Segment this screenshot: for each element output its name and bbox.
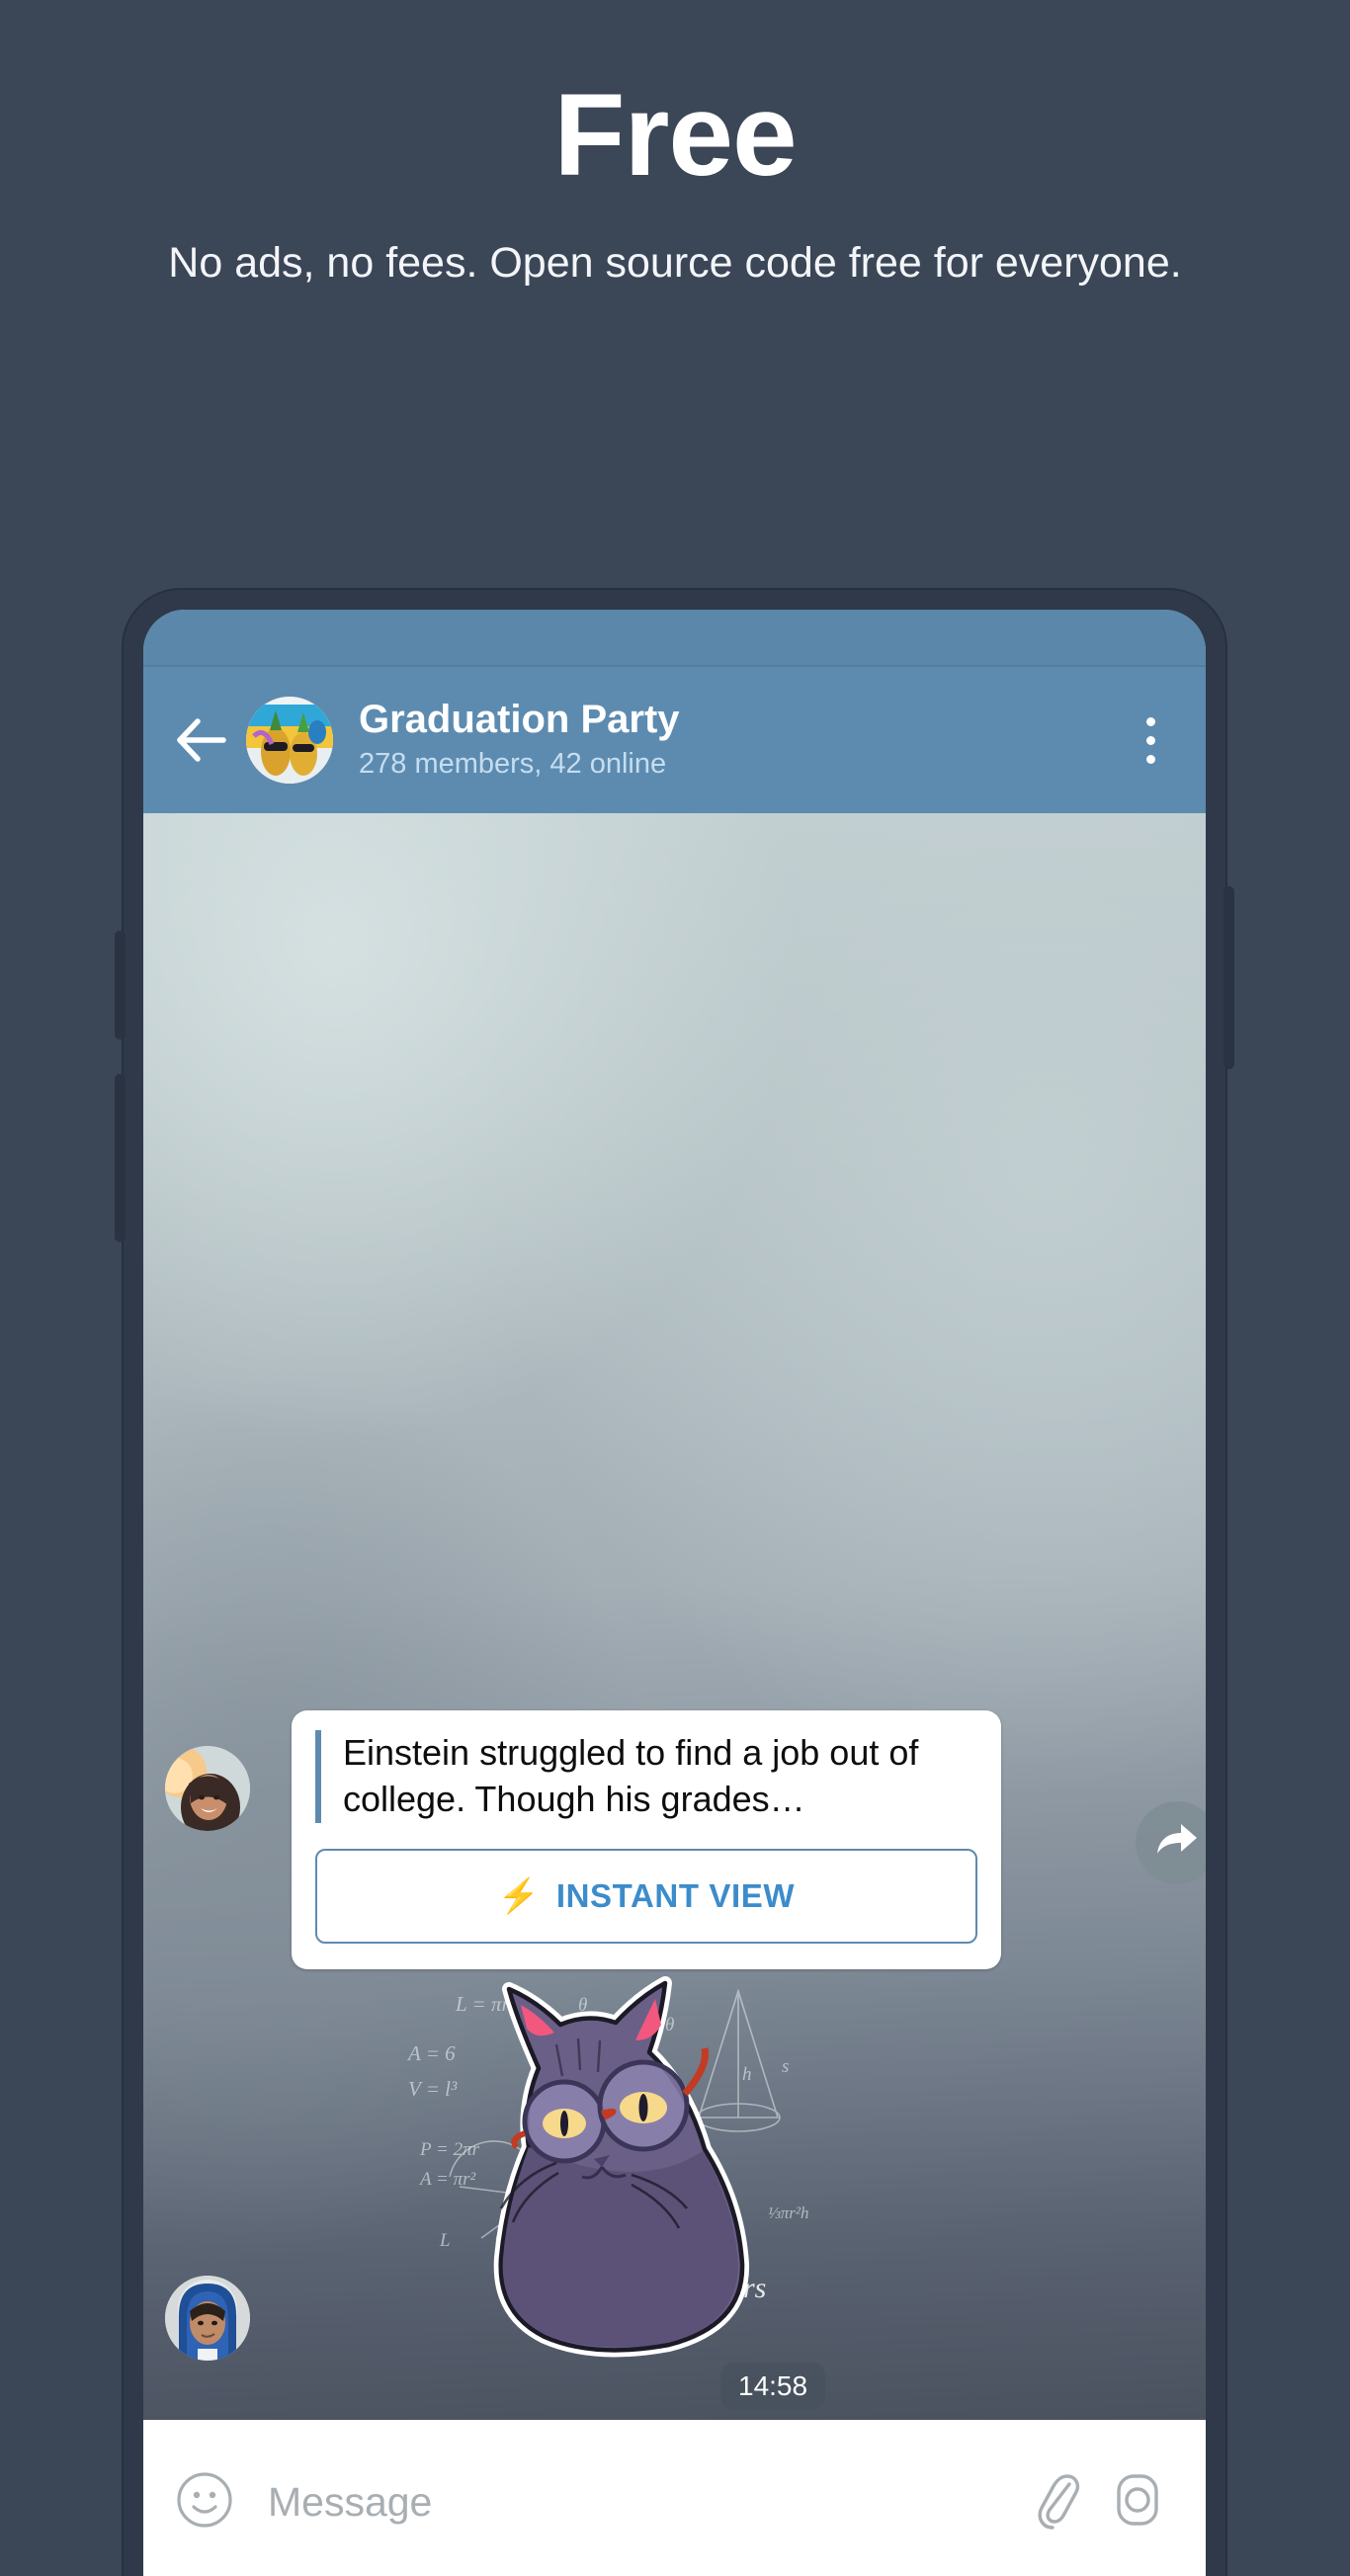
instant-view-button[interactable]: ⚡ INSTANT VIEW	[315, 1848, 977, 1944]
avatar[interactable]	[165, 2276, 250, 2361]
more-vertical-icon-dot	[1145, 754, 1155, 764]
svg-text:A = 6: A = 6	[406, 2041, 456, 2065]
chat-title-block[interactable]: Graduation Party 278 members, 42 online	[359, 698, 1121, 782]
phone-power-button	[1223, 886, 1234, 1069]
emoji-button[interactable]	[175, 2470, 234, 2534]
more-vertical-icon-dot	[1145, 735, 1155, 745]
promo-subtitle: No ads, no fees. Open source code free f…	[168, 239, 1182, 287]
lightning-bolt-icon: ⚡	[497, 1876, 541, 1915]
phone-body: Graduation Party 278 members, 42 online	[115, 590, 1234, 2576]
smiling-woman-avatar	[165, 1746, 250, 1831]
arrow-left-icon	[174, 717, 227, 763]
svg-text:V = l³: V = l³	[408, 2077, 458, 2101]
link-preview-text: Einstein struggled to find a job out of …	[315, 1730, 977, 1823]
status-bar	[143, 610, 1206, 667]
svg-text:L: L	[439, 2230, 451, 2251]
instant-view-label: INSTANT VIEW	[555, 1876, 796, 1914]
pineapple-group-photo	[246, 697, 333, 784]
camera-button[interactable]	[1109, 2470, 1166, 2534]
phone-mockup: Graduation Party 278 members, 42 online	[115, 590, 1234, 2576]
person-blue-hoodie-avatar	[165, 2276, 250, 2361]
promo-title: Free	[553, 70, 797, 201]
phone-screen: Graduation Party 278 members, 42 online	[143, 610, 1206, 2576]
sticker-timestamp: 14:58	[720, 2363, 826, 2410]
svg-text:s: s	[782, 2056, 789, 2077]
svg-text:L = πr: L = πr	[455, 1992, 510, 2016]
message-row-sticker	[165, 2276, 250, 2361]
svg-text:P = 2πr: P = 2πr	[419, 2139, 480, 2160]
purple-cat-math-sticker: L = πr A = 6 V = l³ P = 2πr A = πr² θ θ …	[406, 1976, 808, 2358]
forward-message-button[interactable]	[1136, 1801, 1206, 1884]
chat-avatar[interactable]	[246, 697, 333, 784]
chat-app-bar: Graduation Party 278 members, 42 online	[143, 667, 1206, 813]
camera-icon	[1109, 2470, 1166, 2534]
message-row-link-preview: Einstein struggled to find a job out of …	[165, 1710, 1001, 1969]
svg-text:θ: θ	[665, 2015, 674, 2036]
svg-text:A = πr²: A = πr²	[418, 2169, 475, 2190]
paperclip-icon	[1032, 2470, 1085, 2534]
promo-header: Free No ads, no fees. Open source code f…	[0, 0, 1350, 291]
back-button[interactable]	[165, 705, 236, 776]
page-title: Graduation Party	[359, 698, 680, 741]
avatar[interactable]	[165, 1746, 250, 1831]
phone-volume-up-button	[115, 931, 126, 1039]
svg-text:⅓πr²h: ⅓πr²h	[768, 2203, 808, 2222]
phone-volume-down-button	[115, 1074, 126, 1242]
attach-button[interactable]	[1032, 2470, 1085, 2534]
message-list[interactable]: Einstein struggled to find a job out of …	[143, 813, 1206, 2420]
chat-menu-button[interactable]	[1121, 699, 1180, 782]
link-preview-bubble[interactable]: Einstein struggled to find a job out of …	[292, 1710, 1001, 1969]
message-input[interactable]: Message	[268, 2479, 1008, 2526]
more-vertical-icon-dot	[1145, 716, 1155, 726]
svg-text:h: h	[742, 2064, 752, 2085]
member-count-status: 278 members, 42 online	[359, 748, 667, 781]
smiley-face-icon	[175, 2470, 234, 2534]
sticker-message[interactable]: L = πr A = 6 V = l³ P = 2πr A = πr² θ θ …	[390, 1950, 825, 2365]
forward-arrow-icon	[1154, 1820, 1200, 1867]
message-input-bar: Message	[143, 2420, 1206, 2576]
